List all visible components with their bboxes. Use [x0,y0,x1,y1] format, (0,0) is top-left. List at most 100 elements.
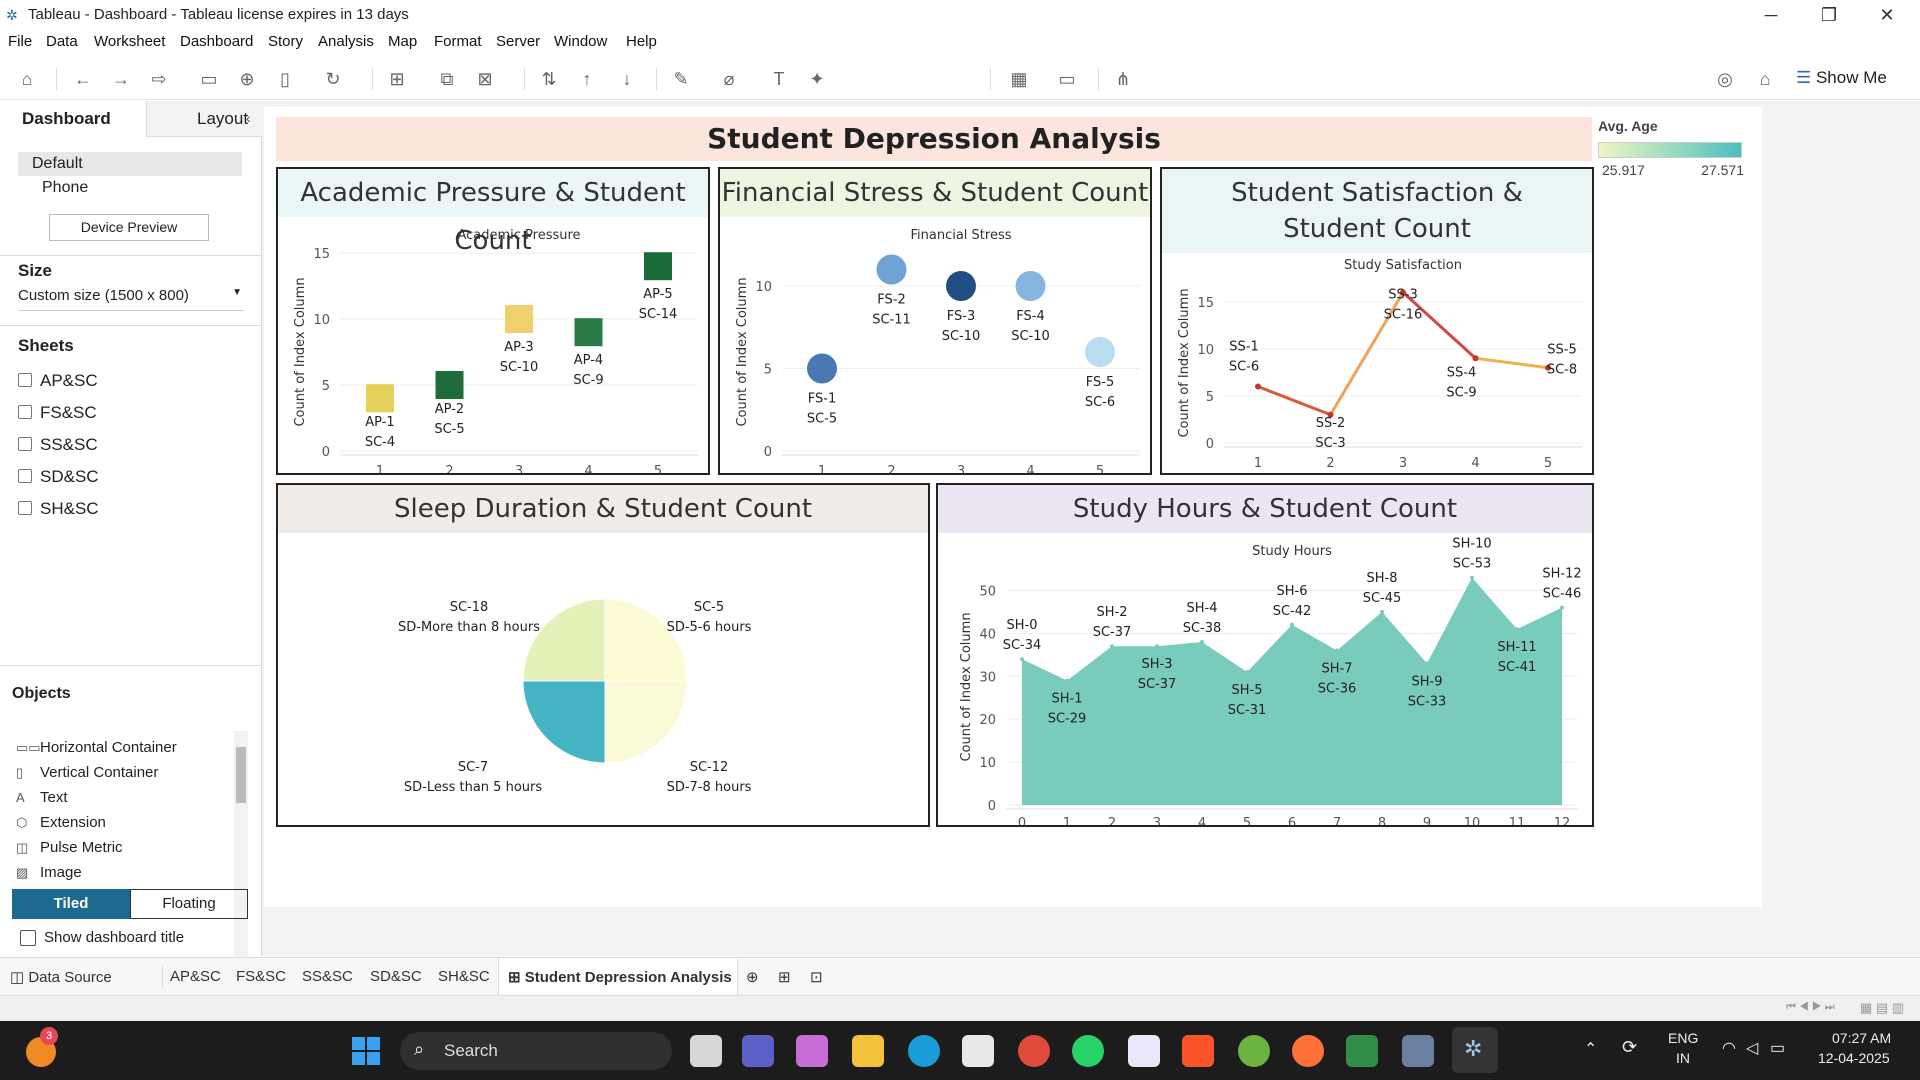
tab-sheet[interactable]: AP&SC [170,968,221,985]
scrollbar-thumb[interactable] [236,747,246,803]
geeksforgeeks-icon[interactable] [1346,1035,1378,1067]
highlight-icon[interactable]: ✎ [668,67,694,91]
show-title-checkbox[interactable] [20,930,36,946]
language-secondary[interactable]: IN [1676,1050,1690,1066]
object-pulse-metric[interactable]: ◫ Pulse Metric [16,839,123,856]
start-icon[interactable] [352,1037,380,1065]
tableau-task-active[interactable]: ✲ [1452,1027,1498,1073]
redo-icon[interactable]: → [108,67,134,91]
new-story-tab-icon[interactable]: ⊡ [810,968,823,986]
battery-icon[interactable]: ▭ [1770,1038,1785,1058]
wifi-icon[interactable]: ◠ [1722,1038,1736,1058]
chevron-up-icon[interactable]: ⌃ [1584,1039,1597,1059]
language-primary[interactable]: ENG [1668,1030,1698,1046]
sheet-item[interactable]: FS&SC [18,403,97,423]
menu-help[interactable]: Help [626,33,657,50]
collapse-panel-icon[interactable]: ‹ [246,110,251,126]
tab-dashboard[interactable]: Dashboard [0,101,146,137]
group-icon[interactable]: ⌀ [716,67,742,91]
menu-analysis[interactable]: Analysis [318,33,374,50]
pin-icon[interactable]: ✦ [804,67,830,91]
clock-time[interactable]: 07:27 AM [1832,1030,1891,1046]
pane-student-satisfaction[interactable]: Student Satisfaction & Student Count Stu… [1160,167,1594,475]
calculator-icon[interactable] [1402,1035,1434,1067]
sort-descending-icon[interactable]: ↓ [614,67,640,91]
objects-scrollbar[interactable] [234,731,248,981]
tab-sheet[interactable]: SD&SC [370,968,422,985]
whatsapp-icon[interactable] [1072,1035,1104,1067]
copilot-icon[interactable] [796,1035,828,1067]
object-extension[interactable]: ⬡ Extension [16,814,106,831]
swap-icon[interactable]: ⇅ [536,67,562,91]
size-dropdown[interactable]: Custom size (1500 x 800) ▼ [18,287,244,311]
object-text[interactable]: A Text [16,789,68,806]
teams-icon[interactable] [742,1035,774,1067]
file-explorer-icon[interactable] [852,1035,884,1067]
menu-dashboard[interactable]: Dashboard [180,33,253,50]
pane-financial-stress[interactable]: Financial Stress & Student Count Financi… [718,167,1152,475]
replace-data-icon[interactable]: ⇨ [146,67,172,91]
menu-file[interactable]: File [8,33,32,50]
taskbar-search[interactable]: ⌕ Search [400,1032,672,1070]
minimize-button[interactable]: ─ [1748,2,1794,28]
sheet-item[interactable]: AP&SC [18,371,98,391]
maximize-button[interactable]: ❐ [1806,2,1852,28]
home-icon[interactable]: ⌂ [14,67,40,91]
tab-scroll-icons[interactable]: ⏮ ◀ ▶ ⏭ [1786,1001,1835,1014]
show-me-button[interactable]: ☰ Show Me [1796,68,1887,88]
pause-updates-icon[interactable]: ▯ [272,67,298,91]
menu-story[interactable]: Story [268,33,303,50]
ask-data-icon[interactable]: ◎ [1712,67,1738,91]
tab-sheet[interactable]: SS&SC [302,968,353,985]
pane-sleep-duration[interactable]: Sleep Duration & Student Count SC-5 SD-5-… [276,483,930,827]
tiled-button[interactable]: Tiled [12,889,130,919]
tab-student-depression-analysis[interactable]: ⊞ Student Depression Analysis [508,968,732,986]
sheet-item[interactable]: SH&SC [18,499,99,519]
task-view-icon[interactable] [690,1035,722,1067]
pdf-editor-icon[interactable] [1128,1035,1160,1067]
close-button[interactable]: ✕ [1864,2,1910,28]
volume-icon[interactable]: ◁ [1746,1038,1758,1058]
device-default[interactable]: Default [18,152,242,176]
tab-layout[interactable]: Layout [146,101,262,137]
sheet-item[interactable]: SD&SC [18,467,99,487]
menu-window[interactable]: Window [554,33,607,50]
new-worksheet-tab-icon[interactable]: ⊕ [746,968,759,986]
undo-icon[interactable]: ← [70,67,96,91]
object-horizontal-container[interactable]: ▭▭Horizontal Container [16,739,177,756]
new-data-source-icon[interactable]: ⊕ [234,67,260,91]
brave-icon[interactable] [1182,1035,1214,1067]
object-vertical-container[interactable]: ▯ Vertical Container [16,764,158,781]
format-workbook-icon[interactable]: ⌂ [1752,67,1778,91]
pane-academic-pressure[interactable]: Academic Pressure & Student Count Academ… [276,167,710,475]
floating-button[interactable]: Floating [130,889,248,919]
edge-icon[interactable] [908,1035,940,1067]
sync-icon[interactable]: ⟳ [1622,1037,1637,1058]
new-dashboard-tab-icon[interactable]: ⊞ [778,968,791,986]
menu-map[interactable]: Map [388,33,417,50]
save-icon[interactable]: ▭ [196,67,222,91]
chrome-icon[interactable] [1018,1035,1050,1067]
sort-ascending-icon[interactable]: ↑ [574,67,600,91]
menu-format[interactable]: Format [434,33,482,50]
view-mode-icons[interactable]: ▦ ▤ ▥ [1860,1000,1904,1016]
show-cards-icon[interactable]: ▦ [1006,67,1032,91]
duplicate-icon[interactable]: ⧉ [434,67,460,91]
new-worksheet-icon[interactable]: ⊞ [384,67,410,91]
store-icon[interactable] [962,1035,994,1067]
firefox-icon[interactable] [1292,1035,1324,1067]
refresh-icon[interactable]: ↻ [320,67,346,91]
spring-icon[interactable] [1238,1035,1270,1067]
tab-sheet[interactable]: SH&SC [438,968,490,985]
labels-icon[interactable]: T [766,67,792,91]
device-preview-button[interactable]: Device Preview [49,214,209,241]
clear-sheet-icon[interactable]: ⊠ [472,67,498,91]
presentation-icon[interactable]: ▭ [1054,67,1080,91]
menu-server[interactable]: Server [496,33,540,50]
object-image[interactable]: ▨ Image [16,864,82,881]
device-phone[interactable]: Phone [42,179,88,197]
menu-data[interactable]: Data [46,33,78,50]
clock-date[interactable]: 12-04-2025 [1818,1050,1890,1066]
sheet-item[interactable]: SS&SC [18,435,98,455]
pane-study-hours[interactable]: Study Hours & Student Count Study Hours 0… [936,483,1594,827]
